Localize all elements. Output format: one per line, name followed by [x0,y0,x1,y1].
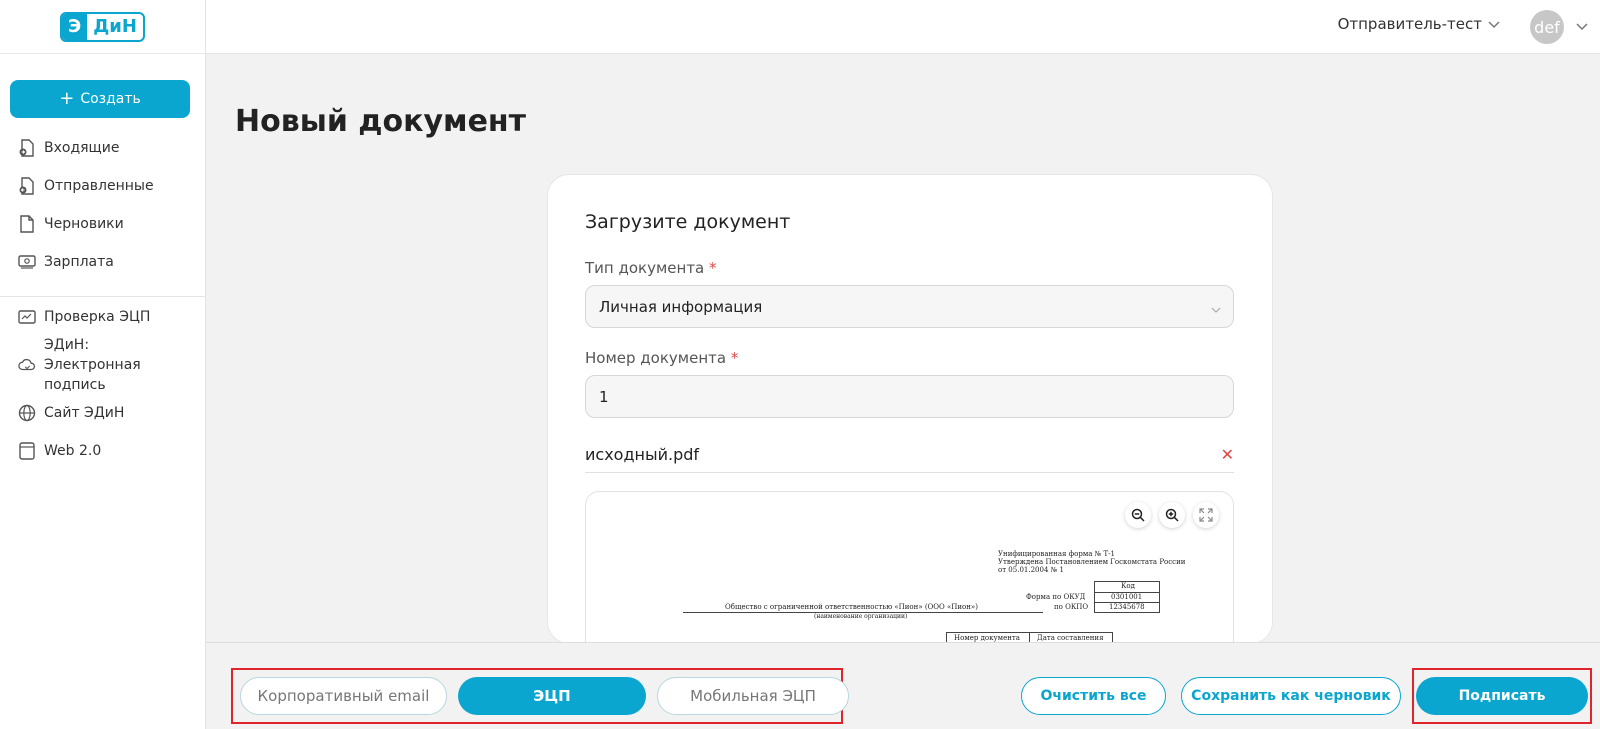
sidebar-item-drafts[interactable]: Черновики [0,205,206,243]
logo-part-1: Э [62,13,88,40]
logo-part-2: ДиН [93,16,137,37]
preview-text: Форма по ОКУД [1026,593,1086,601]
doc-type-select[interactable]: Личная информация [585,285,1234,328]
sidebar-item-edin-site[interactable]: Сайт ЭДиН [0,394,206,432]
preview-text: Унифицированная форма № Т-1 [998,550,1116,558]
preview-text: Дата составления [1037,634,1104,642]
preview-text: от 05.01.2004 № 1 [998,566,1064,574]
preview-toolbar [1125,502,1219,528]
document-preview[interactable]: Унифицированная форма № Т-1 Утверждена П… [585,491,1234,643]
preview-text: по ОКПО [1054,603,1089,611]
preview-text: 0301001 [1111,593,1143,601]
window-icon [18,442,36,460]
sidebar-item-sent[interactable]: Отправленные [0,167,206,205]
create-button[interactable]: + Создать [10,80,190,118]
remove-file-icon[interactable]: ✕ [1221,445,1234,464]
sender-name: Отправитель-тест [1337,15,1482,33]
sign-method-ecp[interactable]: ЭЦП [458,677,646,715]
preview-text: Общество с ограниченной ответственностью… [725,603,978,611]
draft-doc-icon [18,215,36,233]
preview-text: (наименование организации) [814,613,908,620]
sidebar-item-label: ЭДиН: Электронная подпись [44,337,141,393]
sidebar-item-edin-signature[interactable]: ЭДиН: Электронная подпись [0,336,206,394]
logo-area: Э ДиН [0,0,205,54]
upload-card: Загрузите документ Тип документа * Лична… [547,174,1273,644]
sidebar: Э ДиН + Создать Входящие Отправленные Че… [0,0,206,729]
create-button-label: Создать [80,91,141,107]
sidebar-item-label: Сайт ЭДиН [44,405,125,421]
sidebar-item-web20[interactable]: Web 2.0 [0,432,206,470]
bottom-action-bar: Корпоративный email ЭЦП Мобильная ЭЦП Оч… [206,642,1600,729]
sidebar-item-signature-check[interactable]: Проверка ЭЦП [0,298,206,336]
sidebar-item-label: Зарплата [44,254,114,270]
chevron-down-icon [1488,15,1500,33]
save-draft-button[interactable]: Сохранить как черновик [1181,677,1401,715]
sidebar-item-label: Черновики [44,216,124,232]
doc-type-label: Тип документа * [585,259,717,277]
globe-icon [18,404,36,422]
preview-text: Код [1121,582,1135,590]
doc-number-label: Номер документа * [585,349,738,367]
chevron-down-icon [1211,300,1221,318]
card-title: Загрузите документ [585,211,791,233]
preview-text: Утверждена Постановлением Госкомстата Ро… [998,558,1186,566]
doc-type-value: Личная информация [599,297,763,316]
sidebar-item-label: Проверка ЭЦП [44,309,151,325]
sidebar-item-label: Входящие [44,140,120,156]
preview-text: Номер документа [954,634,1020,642]
required-mark: * [730,349,739,367]
incoming-doc-icon [18,139,36,157]
sidebar-item-label: Отправленные [44,178,154,194]
attached-file: исходный.pdf ✕ [585,437,1234,473]
file-name: исходный.pdf [585,445,700,464]
top-bar: Отправитель-тест def [206,0,1600,54]
nav-divider [0,296,206,297]
doc-number-input[interactable]: 1 [585,375,1234,418]
sent-doc-icon [18,177,36,195]
doc-type-label-text: Тип документа [585,259,705,277]
sidebar-item-label: Web 2.0 [44,443,102,459]
zoom-out-icon[interactable] [1125,502,1151,528]
chevron-down-icon[interactable] [1576,16,1588,35]
fullscreen-icon[interactable] [1193,502,1219,528]
avatar[interactable]: def [1530,10,1564,44]
money-icon [18,253,36,271]
doc-number-value: 1 [599,387,609,406]
page-title: Новый документ [235,104,527,139]
required-mark: * [709,259,717,277]
plus-icon: + [59,88,75,109]
preview-text: 12345678 [1109,603,1145,611]
sidebar-item-incoming[interactable]: Входящие [0,129,206,167]
clear-all-button[interactable]: Очистить все [1021,677,1166,715]
doc-number-label-text: Номер документа [585,349,727,367]
sign-button[interactable]: Подписать [1416,677,1588,715]
edin-logo[interactable]: Э ДиН [60,11,145,42]
sidebar-item-salary[interactable]: Зарплата [0,243,206,281]
nav-main: Входящие Отправленные Черновики Зарплата [0,129,206,281]
sign-method-mobile-ecp[interactable]: Мобильная ЭЦП [657,677,849,715]
signature-check-icon [18,308,36,326]
cloud-sign-icon [18,356,36,374]
sender-selector[interactable]: Отправитель-тест [1338,15,1500,33]
zoom-in-icon[interactable] [1159,502,1185,528]
nav-secondary: Проверка ЭЦП ЭДиН: Электронная подпись С… [0,298,206,470]
sign-method-corporate-email[interactable]: Корпоративный email [240,677,447,715]
